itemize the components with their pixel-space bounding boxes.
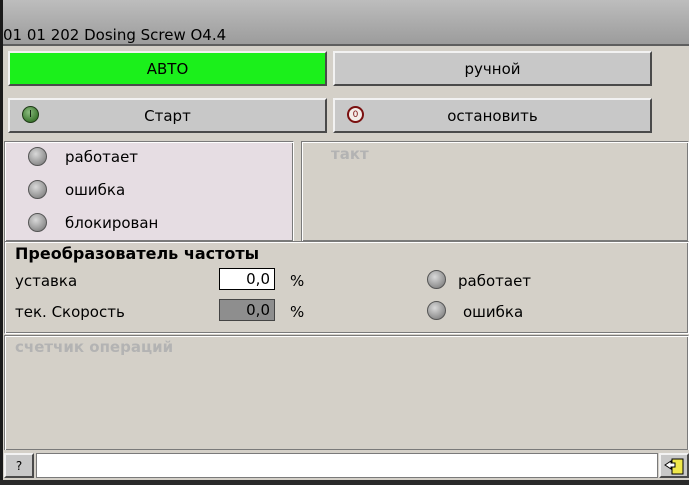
speed-readout: 0,0: [219, 299, 275, 321]
status-message-field: [36, 453, 658, 478]
fc-error-label: ошибка: [463, 303, 524, 321]
fc-running-label: работает: [458, 272, 532, 290]
frequency-converter-title: Преобразователь частоты: [15, 244, 260, 263]
document-arrow-icon: [664, 458, 684, 474]
auto-mode-button[interactable]: АВТО: [8, 51, 327, 86]
stop-icon: 0: [347, 106, 364, 123]
message-log-button[interactable]: [659, 453, 689, 478]
running-label: работает: [65, 148, 139, 166]
manual-mode-label: ручной: [464, 59, 521, 78]
error-indicator-icon: [28, 180, 47, 199]
window-title: 01 01 202 Dosing Screw O4.4: [3, 26, 227, 44]
setpoint-unit: %: [290, 272, 305, 290]
start-button[interactable]: I Старт: [8, 98, 327, 133]
start-label: Старт: [144, 106, 191, 125]
running-indicator-icon: [28, 147, 47, 166]
auto-mode-label: АВТО: [146, 59, 189, 78]
speed-unit: %: [290, 303, 305, 321]
blocked-label: блокирован: [65, 214, 159, 232]
setpoint-label: уставка: [15, 272, 78, 290]
screen-bottom-edge: [0, 480, 689, 485]
help-button[interactable]: ?: [4, 453, 34, 478]
cycle-title: такт: [331, 145, 369, 163]
blocked-indicator-icon: [28, 213, 47, 232]
manual-mode-button[interactable]: ручной: [333, 51, 652, 86]
fc-running-indicator-icon: [427, 270, 446, 289]
fc-error-indicator-icon: [427, 301, 446, 320]
stop-label: остановить: [447, 106, 538, 125]
setpoint-input[interactable]: 0,0: [219, 268, 275, 290]
stop-button[interactable]: 0 остановить: [333, 98, 652, 133]
operation-counter-title: счетчик операций: [15, 338, 174, 356]
start-icon: I: [22, 106, 39, 123]
help-label: ?: [15, 458, 23, 473]
error-label: ошибка: [65, 181, 126, 199]
speed-label: тек. Скорость: [15, 303, 125, 321]
